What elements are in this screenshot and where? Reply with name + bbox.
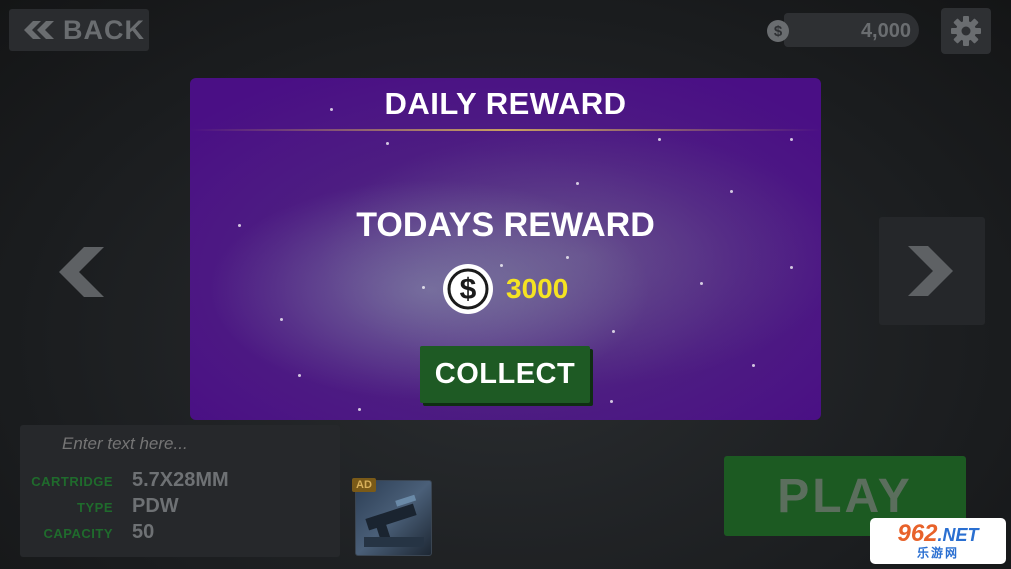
reward-amount: 3000 [506, 273, 569, 304]
dollar-coin-icon: $ [767, 20, 789, 42]
info-value: PDW [132, 495, 179, 517]
daily-reward-modal: DAILY REWARD TODAYS REWARD $ 3000 COLLEC… [190, 78, 821, 420]
info-row-capacity: CAPACITY 50 [20, 521, 340, 547]
collect-button[interactable]: COLLECT [420, 346, 590, 403]
next-weapon-button[interactable] [879, 217, 985, 325]
dollar-coin-icon: $ [443, 264, 493, 314]
modal-title: DAILY REWARD [384, 86, 627, 121]
info-row-cartridge: CARTRIDGE 5.7X28MM [20, 469, 340, 495]
previous-weapon-button[interactable] [26, 218, 134, 326]
title-divider [190, 129, 821, 131]
settings-button[interactable] [941, 8, 991, 54]
back-label: BACK [63, 14, 145, 45]
chevron-left-icon [59, 247, 104, 297]
info-key: CAPACITY [43, 526, 113, 541]
ad-badge: AD [352, 478, 376, 492]
gear-icon [951, 16, 981, 46]
chevron-right-icon [908, 246, 953, 296]
watermark-top: 962.NET [897, 520, 979, 547]
double-chevron-left-icon [24, 21, 54, 39]
coin-amount: 4,000 [860, 20, 911, 42]
info-value: 5.7X28MM [132, 469, 229, 491]
svg-text:$: $ [774, 23, 783, 40]
reward-amount-row: $ 3000 [442, 262, 568, 316]
weapon-info-panel: CARTRIDGE 5.7X28MM TYPE PDW CAPACITY 50 [20, 425, 340, 557]
info-row-type: TYPE PDW [20, 495, 340, 521]
watermark-bottom: 乐游网 [916, 546, 959, 560]
weapon-name-input[interactable] [60, 433, 324, 455]
coin-balance: $ 4,000 [764, 11, 919, 49]
info-value: 50 [132, 521, 155, 543]
reward-heading: TODAYS REWARD [356, 206, 655, 244]
ad-weapon-image [364, 494, 424, 547]
svg-text:$: $ [460, 273, 477, 306]
back-button[interactable]: BACK [9, 9, 149, 51]
site-watermark-logo: 962.NET 乐游网 [870, 518, 1006, 564]
info-key: CARTRIDGE [31, 474, 113, 489]
info-key: TYPE [77, 500, 113, 515]
